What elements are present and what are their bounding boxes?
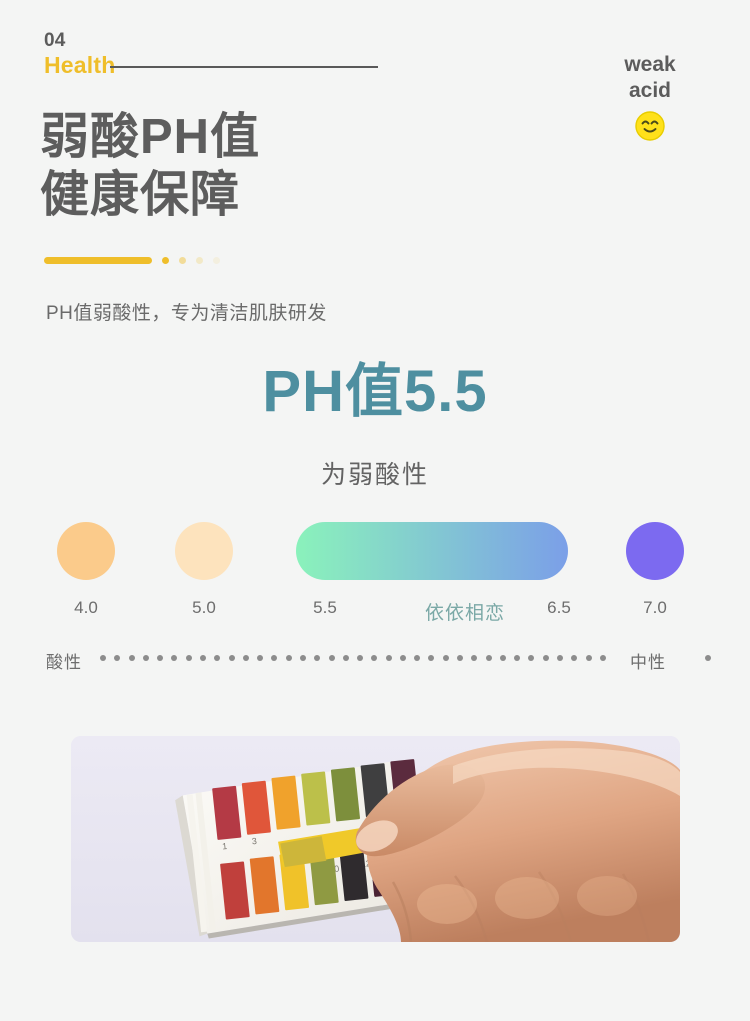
axis-dot (571, 655, 578, 661)
axis-dot (157, 655, 164, 661)
ph-value-headline: PH值5.5 (262, 359, 488, 424)
axis-dot (442, 655, 449, 661)
ph-tick-label: 7.0 (643, 598, 667, 617)
ph-test-strips-photo: 1 3 10 12 2 4 (71, 736, 680, 942)
axis-dot (557, 655, 563, 661)
axis-dot (257, 655, 264, 661)
axis-dot (142, 655, 149, 661)
underline-dot-2 (179, 256, 186, 264)
badge-line-2: acid (628, 79, 672, 102)
axis-dot (528, 655, 535, 661)
svg-text:1: 1 (222, 841, 228, 851)
axis-dot (414, 655, 421, 661)
ph-tick-label: 5.5 (313, 598, 337, 617)
svg-text:3: 3 (251, 836, 257, 846)
axis-dot (385, 655, 392, 661)
axis-dot (100, 655, 106, 661)
axis-dot (199, 655, 206, 661)
ph-tick-label: 4.0 (74, 598, 98, 617)
axis-dot (342, 655, 349, 661)
title-underline-decoration (44, 255, 220, 265)
axis-end-dot (705, 655, 711, 661)
underline-dot-4 (213, 256, 220, 264)
ph-range-bar (296, 522, 568, 580)
section-number: 04 (44, 30, 66, 51)
axis-dot (171, 655, 178, 661)
axis-label-acidic: 酸性 (46, 653, 82, 672)
axis-dot (399, 655, 406, 661)
ph-7.0-swatch (626, 522, 684, 580)
axis-dot (371, 655, 378, 661)
ph-5.0-swatch (175, 522, 233, 580)
axis-dot (357, 655, 364, 661)
axis-dot (471, 655, 478, 661)
subtitle-text: PH值弱酸性，专为清洁肌肤研发 (46, 303, 327, 324)
axis-dot (242, 655, 249, 661)
axis-dot (542, 655, 549, 661)
axis-dot (457, 655, 464, 661)
axis-dot (485, 655, 492, 661)
axis-dot (599, 655, 606, 661)
axis-dot (128, 655, 135, 661)
ph-tick-label: 6.5 (547, 598, 571, 617)
axis-dot (514, 655, 521, 661)
ph-scale-ticks: 4.0 5.0 5.5 依依相恋 6.5 7.0 (0, 598, 750, 624)
axis-dotted-line (100, 655, 606, 662)
axis-dot (185, 655, 192, 661)
axis-dot (428, 655, 435, 661)
axis-dot (499, 655, 506, 661)
axis-label-neutral: 中性 (630, 653, 666, 672)
axis-dot (214, 655, 221, 661)
axis-dot (271, 655, 278, 661)
ph-scale-axis: 酸性 中性 (0, 648, 750, 674)
page-title-line-1: 弱酸PH值 (40, 110, 261, 164)
axis-dot (314, 655, 321, 661)
weak-acid-badge: weak acid (590, 52, 710, 147)
page-title: 弱酸PH值 健康保障 (40, 108, 260, 224)
page-title-line-2: 健康保障 (40, 168, 241, 222)
badge-line-1: weak (624, 53, 676, 76)
ph-scale-swatches (0, 522, 750, 586)
axis-dot (228, 655, 235, 661)
ph-tick-label: 依依相恋 (424, 603, 505, 624)
underline-dot-3 (196, 256, 203, 264)
underline-bar (44, 256, 152, 264)
underline-dot-1 (162, 256, 169, 264)
ph-tick-label: 5.0 (192, 598, 216, 617)
ph-value-caption: 为弱酸性 (320, 461, 429, 489)
smiling-face-emoji (634, 110, 666, 142)
axis-dot (328, 655, 335, 661)
axis-dot (585, 655, 592, 661)
ph-4.0-swatch (57, 522, 115, 580)
axis-dot (299, 655, 306, 661)
axis-dot (285, 655, 292, 661)
axis-dot (114, 655, 121, 661)
eyebrow-divider-line (110, 66, 378, 68)
